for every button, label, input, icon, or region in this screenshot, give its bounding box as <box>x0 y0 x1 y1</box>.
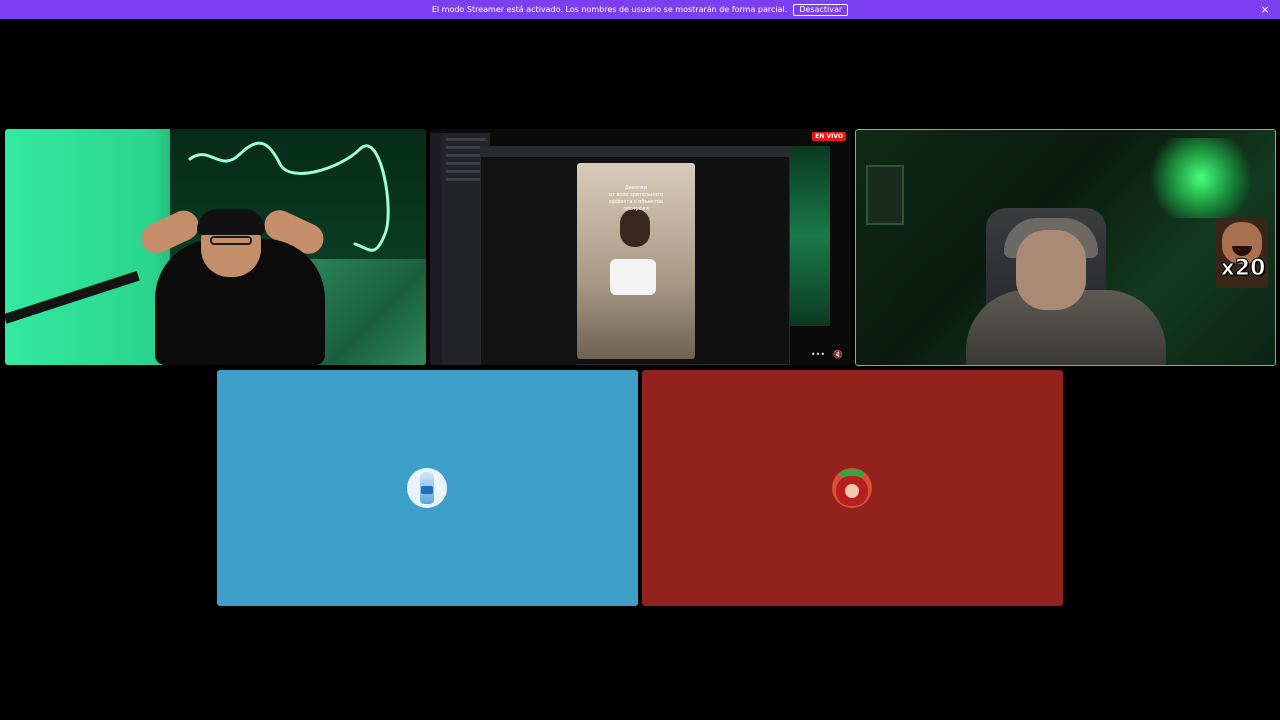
emote-multiplier: x20 <box>1220 256 1266 282</box>
browser-sidebar <box>481 157 576 365</box>
microphone-arm <box>5 270 140 324</box>
wall-poster <box>866 165 904 225</box>
person-glasses <box>210 236 252 245</box>
live-badge: EN VIVO <box>812 132 846 141</box>
browser-toolbar <box>481 147 789 157</box>
banner-message: El modo Streamer está activado. Los nomb… <box>431 5 788 14</box>
avatar <box>832 468 872 508</box>
avatar-face <box>845 484 859 498</box>
person-head <box>1016 230 1086 310</box>
mute-icon[interactable]: 🔇 <box>833 350 843 359</box>
video-tile-webcam-left[interactable] <box>5 129 426 365</box>
audio-tile-blue[interactable] <box>217 370 638 606</box>
deactivate-button[interactable]: Desactivar <box>793 3 849 16</box>
video-tile-screen-share[interactable]: Девочки от всех зрительного эффекта с об… <box>430 129 851 365</box>
audio-tile-red[interactable] <box>642 370 1063 606</box>
video-person-head <box>620 209 650 247</box>
green-light-art <box>1146 138 1256 218</box>
server-list <box>430 133 442 365</box>
close-icon[interactable]: × <box>1258 2 1272 16</box>
channel-item <box>446 138 486 141</box>
tile-controls: ••• 🔇 <box>811 350 843 359</box>
person-cap <box>197 209 265 235</box>
more-options-icon[interactable]: ••• <box>811 350 825 359</box>
video-caption: Девочки от всех зрительного эффекта с об… <box>608 185 664 212</box>
bottle-label <box>421 486 433 494</box>
video-person-top <box>610 259 656 295</box>
streamer-mode-banner: El modo Streamer está activado. Los nomb… <box>0 0 1280 19</box>
video-tile-webcam-right[interactable]: x20 <box>855 129 1276 366</box>
avatar <box>407 468 447 508</box>
shared-webcam-strip <box>790 146 830 326</box>
